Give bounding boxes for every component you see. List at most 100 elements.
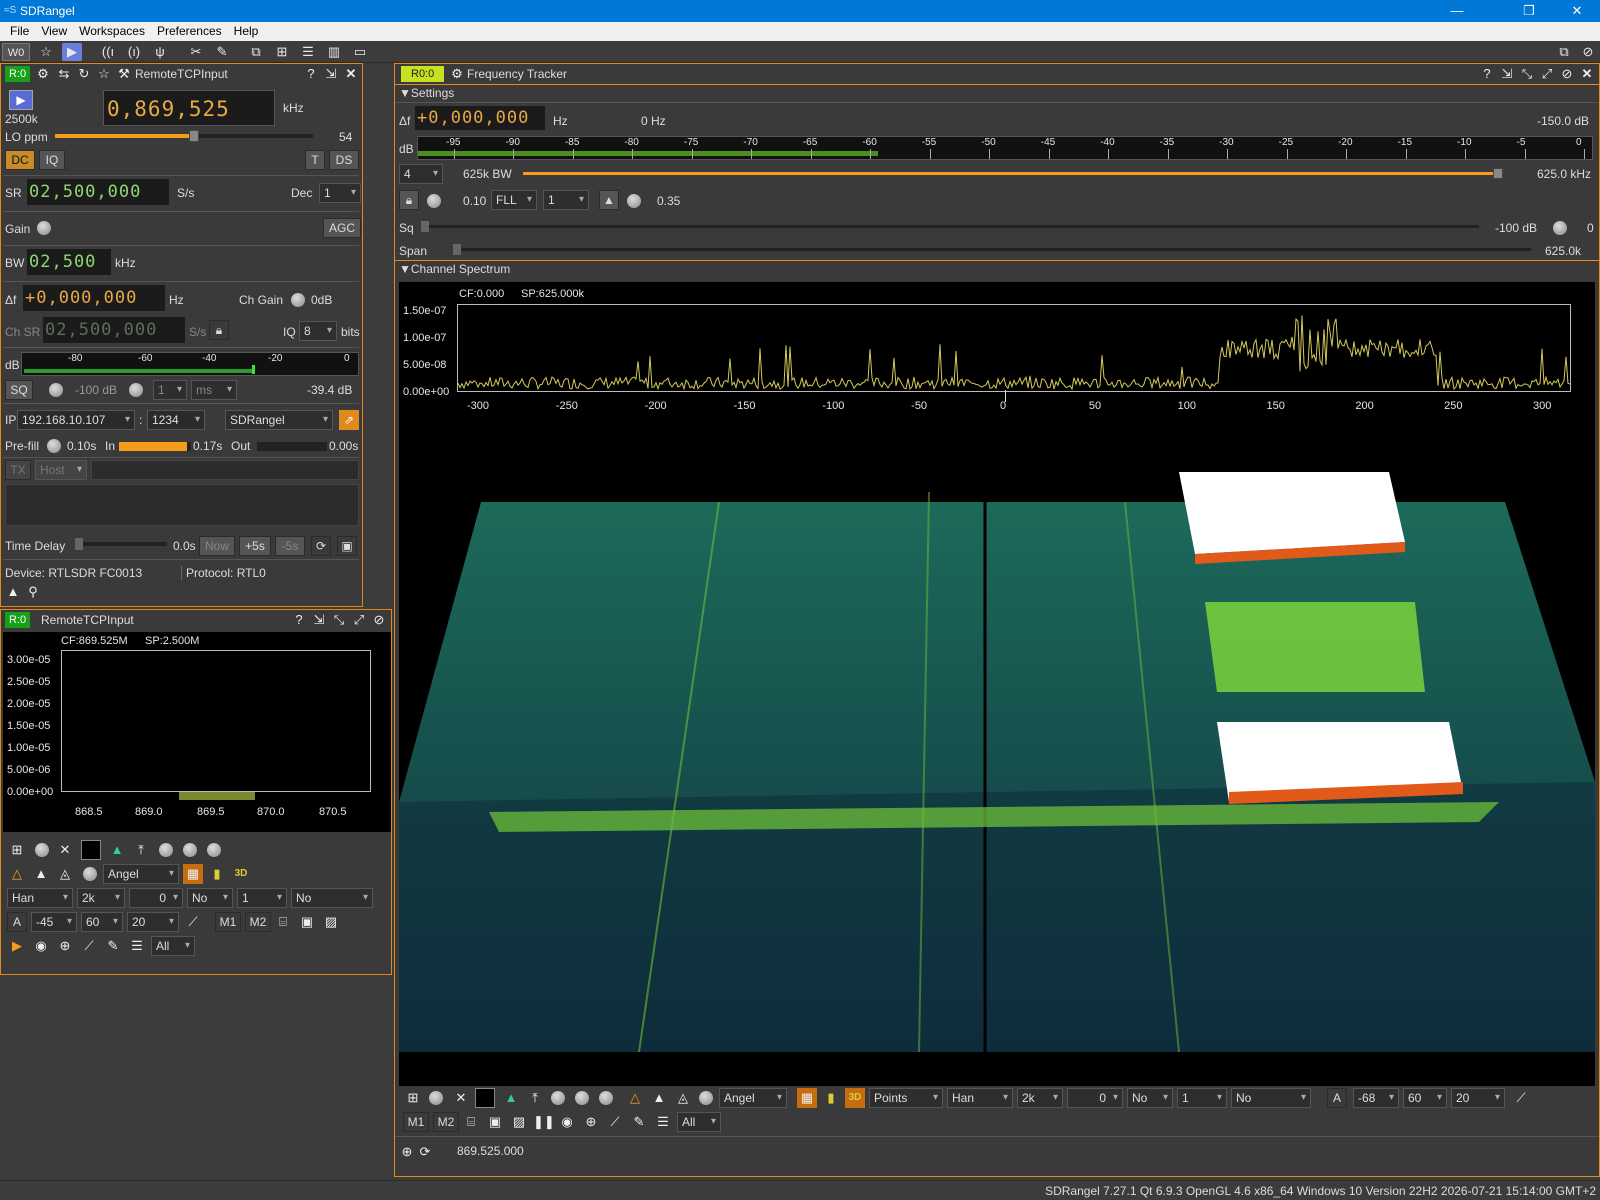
spectrum-fill-icon[interactable]: ▲	[501, 1088, 521, 1108]
auto-scale-button[interactable]: A	[7, 912, 27, 932]
decimation-select[interactable]: 4	[399, 164, 443, 184]
cascade-icon[interactable]: ⧉	[246, 43, 266, 61]
channel-offset-dial[interactable]: +0,000,000	[415, 106, 545, 130]
peak-hold-icon[interactable]: ⤒	[131, 840, 151, 860]
center-frequency-dial[interactable]: 0,869,525	[103, 90, 275, 126]
decimation-select[interactable]: 1	[319, 183, 361, 203]
average-mode-select[interactable]: No	[1127, 1088, 1173, 1108]
lock-icon[interactable]: 🔒︎	[399, 190, 419, 210]
colormap-select[interactable]: Angel	[719, 1088, 787, 1108]
add-feature-icon[interactable]: ✂	[186, 43, 206, 61]
measure-icon[interactable]: ⟋	[79, 936, 99, 956]
channel-spectrum-rollup[interactable]: ▼Channel Spectrum	[399, 262, 510, 276]
damping-knob[interactable]	[627, 194, 641, 208]
now-button[interactable]: Now	[199, 536, 235, 556]
decay-knob[interactable]	[183, 843, 197, 857]
window-select[interactable]: Han	[947, 1088, 1013, 1108]
freeze-play-icon[interactable]: ▶	[7, 936, 27, 956]
all-select[interactable]: All	[677, 1112, 721, 1132]
max-hold-icon[interactable]: ▲	[31, 864, 51, 884]
grid-intensity-knob[interactable]	[35, 843, 49, 857]
tx-button[interactable]: TX	[5, 460, 31, 480]
clear-icon[interactable]: ✕	[451, 1088, 471, 1108]
settings-rollup[interactable]: ▼Settings	[399, 86, 454, 100]
host-select[interactable]: Host	[35, 460, 87, 480]
ds-button[interactable]: DS	[329, 150, 359, 170]
sync-icon[interactable]: ⟳	[311, 536, 331, 556]
maximize-icon[interactable]: ⤢	[1539, 66, 1555, 82]
image-icon[interactable]: ▨	[509, 1112, 529, 1132]
t-button[interactable]: T	[305, 150, 325, 170]
order-select[interactable]: 1	[543, 190, 589, 210]
tile-icon[interactable]: ⊞	[272, 43, 292, 61]
menu-preferences[interactable]: Preferences	[151, 22, 228, 38]
open-icon[interactable]: ⌸	[273, 912, 293, 932]
background-color-icon[interactable]	[475, 1088, 495, 1108]
trace-intensity-knob[interactable]	[159, 843, 173, 857]
channel-spectrum-display[interactable]: CF:0.000 SP:625.000k 1.50e-07 1.00e-07 5…	[399, 282, 1595, 1086]
radio-icon[interactable]: ◉	[31, 936, 51, 956]
window-select[interactable]: Han	[7, 888, 73, 908]
iq-bits-select[interactable]: 8	[299, 321, 337, 341]
stroke-knob[interactable]	[207, 843, 221, 857]
colormap-icon[interactable]: ▮	[821, 1088, 841, 1108]
connect-icon[interactable]: ⇗	[339, 410, 359, 430]
fps-select[interactable]: 20	[1451, 1088, 1505, 1108]
channel-sr-dial[interactable]: 02,500,000	[43, 317, 185, 343]
average-select[interactable]: 1	[1177, 1088, 1227, 1108]
up-arrow-icon[interactable]: ▲	[5, 584, 21, 600]
open-icon[interactable]: ⌸	[461, 1112, 481, 1132]
close-panel-icon[interactable]: ✕	[343, 66, 359, 82]
save-icon[interactable]: ▣	[485, 1112, 505, 1132]
gear-icon[interactable]: ⚙	[449, 66, 465, 82]
spectrum-fill-icon[interactable]: ▲	[107, 840, 127, 860]
all-select[interactable]: All	[151, 936, 195, 956]
stack-columns-icon[interactable]: ▥	[324, 43, 344, 61]
channel-marker[interactable]	[179, 792, 255, 800]
fps-select[interactable]: 20	[127, 912, 179, 932]
dc-button[interactable]: DC	[5, 150, 35, 170]
marker-select[interactable]: No	[291, 888, 373, 908]
m2-button[interactable]: M2	[433, 1112, 459, 1132]
peak-hold-icon[interactable]: ⤒	[525, 1088, 545, 1108]
radio-icon[interactable]: ◉	[557, 1112, 577, 1132]
grid-icon[interactable]: ⊞	[7, 840, 27, 860]
undock-panel-icon[interactable]: ⇲	[323, 66, 339, 82]
preset-star-icon[interactable]: ☆	[96, 66, 112, 82]
colormap-icon[interactable]: ▮	[207, 864, 227, 884]
feature-icon[interactable]: ⚒	[116, 66, 132, 82]
alpha-knob[interactable]	[427, 194, 441, 208]
sq-delay-field[interactable]: 1	[153, 380, 187, 400]
menu-view[interactable]: View	[35, 22, 73, 38]
average-select[interactable]: 1	[237, 888, 287, 908]
tracker-mode-select[interactable]: FLL	[491, 190, 537, 210]
menu-workspaces[interactable]: Workspaces	[73, 22, 151, 38]
shrink-icon[interactable]: ⤡	[1519, 66, 1535, 82]
spectrum-toggle-icon[interactable]: △	[7, 864, 27, 884]
spectrum-style-knob[interactable]	[699, 1091, 713, 1105]
prefill-knob[interactable]	[47, 439, 61, 453]
chgain-knob[interactable]	[291, 293, 305, 307]
stroke-knob[interactable]	[599, 1091, 613, 1105]
help-icon[interactable]: ?	[1479, 66, 1495, 82]
device-spectrum-display[interactable]: CF:869.525M SP:2.500M 3.00e-05 2.50e-05 …	[3, 632, 391, 832]
start-stop-button[interactable]: ▶	[9, 90, 33, 110]
star-icon[interactable]: ☆	[36, 43, 56, 61]
hide-panel-icon[interactable]: ⊘	[1559, 66, 1575, 82]
iq-button[interactable]: IQ	[39, 150, 65, 170]
average-mode-select[interactable]: No	[187, 888, 233, 908]
stack-icon[interactable]: ☰	[298, 43, 318, 61]
waterfall-icon[interactable]: ▦	[797, 1088, 817, 1108]
markers-icon[interactable]: ✎	[103, 936, 123, 956]
reference-level-field[interactable]: -45	[31, 912, 77, 932]
sample-rate-dial[interactable]: 02,500,000	[27, 179, 169, 205]
gain-knob[interactable]	[37, 221, 51, 235]
marker-select[interactable]: No	[1231, 1088, 1311, 1108]
agc-button[interactable]: AGC	[323, 218, 361, 238]
fft-size-select[interactable]: 2k	[1017, 1088, 1063, 1108]
close-window-icon[interactable]: ✕	[1554, 0, 1600, 22]
reference-level-field[interactable]: -68	[1353, 1088, 1399, 1108]
sq-unit-select[interactable]: ms	[191, 380, 237, 400]
squelch-gate-knob[interactable]	[1553, 221, 1567, 235]
clear-icon[interactable]: ✕	[55, 840, 75, 860]
